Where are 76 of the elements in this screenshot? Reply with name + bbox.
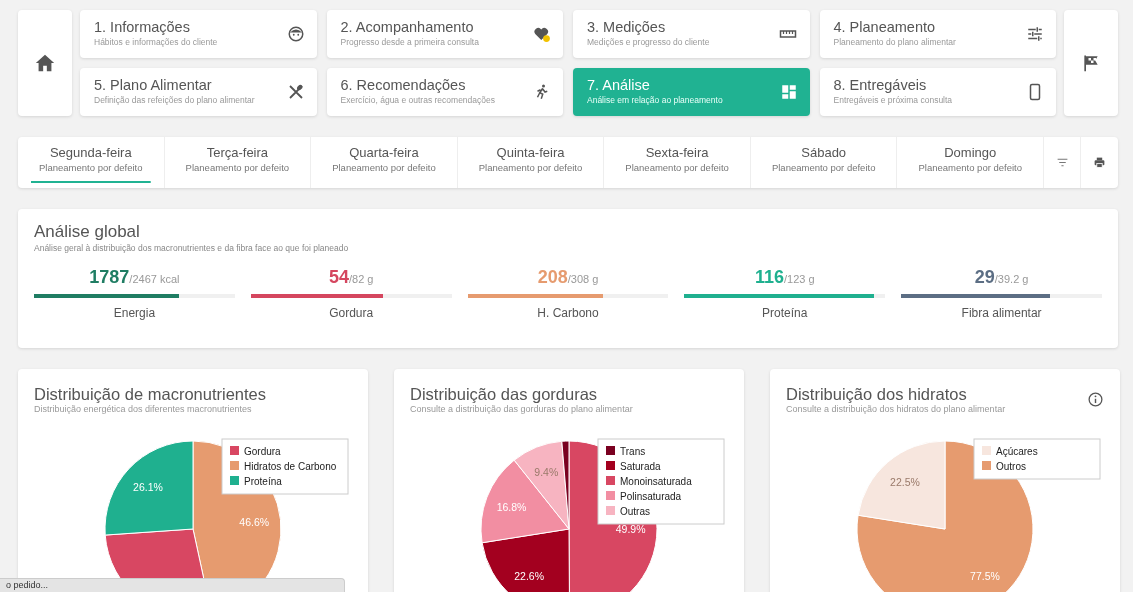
day-tab[interactable]: Quinta-feira Planeamento por defeito <box>457 137 605 188</box>
step-subtitle: Hábitos e informações do cliente <box>94 36 219 50</box>
section-subtitle: Análise geral à distribuição dos macronutrientes e da fibra face ao que foi planeado <box>34 241 350 255</box>
slice-label: 22.6% <box>514 569 545 582</box>
step-title: 8. Entregáveis <box>833 76 928 95</box>
metric-label: H. Carbono <box>536 305 600 323</box>
step-card[interactable]: 1. Informações Hábitos e informações do cliente <box>80 10 317 58</box>
chart-title: Distribuição das gorduras <box>410 385 599 404</box>
step-subtitle: Exercício, água e outras recomendações <box>340 94 496 108</box>
day-tab[interactable]: Sexta-feira Planeamento por defeito <box>604 137 751 188</box>
metric-label: Gordura <box>328 305 375 323</box>
step-card[interactable]: 3. Medições Medições e progresso do cliente <box>573 10 810 58</box>
chart-subtitle: Distribuição energética dos diferentes macronutrientes <box>34 403 253 417</box>
heart-icon <box>533 25 551 43</box>
metric-value: 116/123 g <box>753 266 816 290</box>
step-title: 2. Acompanhamento <box>340 18 475 37</box>
slice-label: 46.6% <box>239 516 270 529</box>
legend-label: Monoinsaturada <box>620 475 692 487</box>
step-title: 1. Informações <box>94 18 191 37</box>
metric-value: 1787/2467 kcal <box>88 266 181 290</box>
chart-title: Distribuição dos hidratos <box>786 385 968 404</box>
slice-label: 22.5% <box>890 475 920 488</box>
legend-label: Outras <box>620 505 650 517</box>
step-card[interactable]: 8. Entregáveis Entregáveis e próxima consulta <box>819 68 1056 116</box>
section-title: Análise global <box>34 223 141 242</box>
legend-label: Hidratos de Carbono <box>244 460 337 472</box>
step-subtitle: Entregáveis e próxima consulta <box>833 94 954 108</box>
step-title: 5. Plano Alimentar <box>94 76 213 95</box>
step-title: 3. Medições <box>587 18 667 37</box>
day-tab[interactable]: Terça-feira Planeamento por defeito <box>164 137 312 188</box>
step-subtitle: Planeamento do plano alimentar <box>833 36 957 50</box>
filter-icon <box>1055 156 1069 169</box>
legend-label: Saturada <box>620 460 661 472</box>
metric-value: 54/82 g <box>327 266 375 290</box>
metric-label: Energia <box>112 305 157 323</box>
step-card[interactable]: 6. Recomendações Exercício, água e outras recomendações <box>326 68 563 116</box>
slice-label: 49.9% <box>615 522 646 535</box>
status-bar: o pedido... <box>0 578 345 592</box>
step-title: 4. Planeamento <box>833 18 937 37</box>
metric-value: 29/39.2 g <box>973 266 1030 290</box>
utensils-icon <box>286 83 305 101</box>
slice-label: 77.5% <box>970 569 1000 582</box>
slice-label: 9.4% <box>534 465 559 478</box>
slice-label: 26.1% <box>133 480 163 493</box>
day-tab[interactable]: Quarta-feira Planeamento por defeito <box>311 137 458 188</box>
slice-label: 16.8% <box>496 500 527 513</box>
dashboard-icon <box>779 83 798 101</box>
face-icon <box>286 25 305 43</box>
step-title: 6. Recomendações <box>340 76 467 95</box>
legend-label: Proteína <box>244 475 282 487</box>
day-tab[interactable]: Domingo Planeamento por defeito <box>897 137 1045 188</box>
chart-subtitle: Consulte a distribuição dos hidratos do plano alimentar <box>786 403 1007 417</box>
legend-label: Açúcares <box>996 445 1038 457</box>
day-tab[interactable]: Sábado Planeamento por defeito <box>750 137 898 188</box>
step-card[interactable]: 2. Acompanhamento Progresso desde a primeira consulta <box>326 10 563 58</box>
legend-label: Outros <box>996 460 1026 472</box>
chart-subtitle: Consulte a distribuição das gorduras do plano alimentar <box>410 403 634 417</box>
step-subtitle: Definição das refeições do plano alimentar <box>94 94 256 108</box>
legend-label: Gordura <box>244 445 281 457</box>
home-button[interactable] <box>18 10 72 116</box>
step-title: 7. Análise <box>587 76 651 95</box>
legend-label: Trans <box>620 445 646 457</box>
metric-value: 208/308 g <box>536 266 600 290</box>
legend-label: Polinsaturada <box>620 490 682 502</box>
metric-label: Proteína <box>761 305 809 323</box>
step-subtitle: Progresso desde a primeira consulta <box>340 36 480 50</box>
sliders-icon <box>1026 25 1044 43</box>
chart-title: Distribuição de macronutrientes <box>34 385 268 404</box>
flag-icon <box>1081 53 1101 73</box>
print-icon <box>1093 156 1107 169</box>
metric-label: Fibra alimentar <box>960 305 1043 323</box>
step-subtitle: Análise em relação ao planeamento <box>587 94 724 108</box>
step-card[interactable]: 4. Planeamento Planeamento do plano alimentar <box>819 10 1056 58</box>
step-card[interactable]: 5. Plano Alimentar Definição das refeições do plano alimentar <box>80 68 317 116</box>
step-subtitle: Medições e progresso do cliente <box>587 36 711 50</box>
home-icon <box>34 52 56 74</box>
